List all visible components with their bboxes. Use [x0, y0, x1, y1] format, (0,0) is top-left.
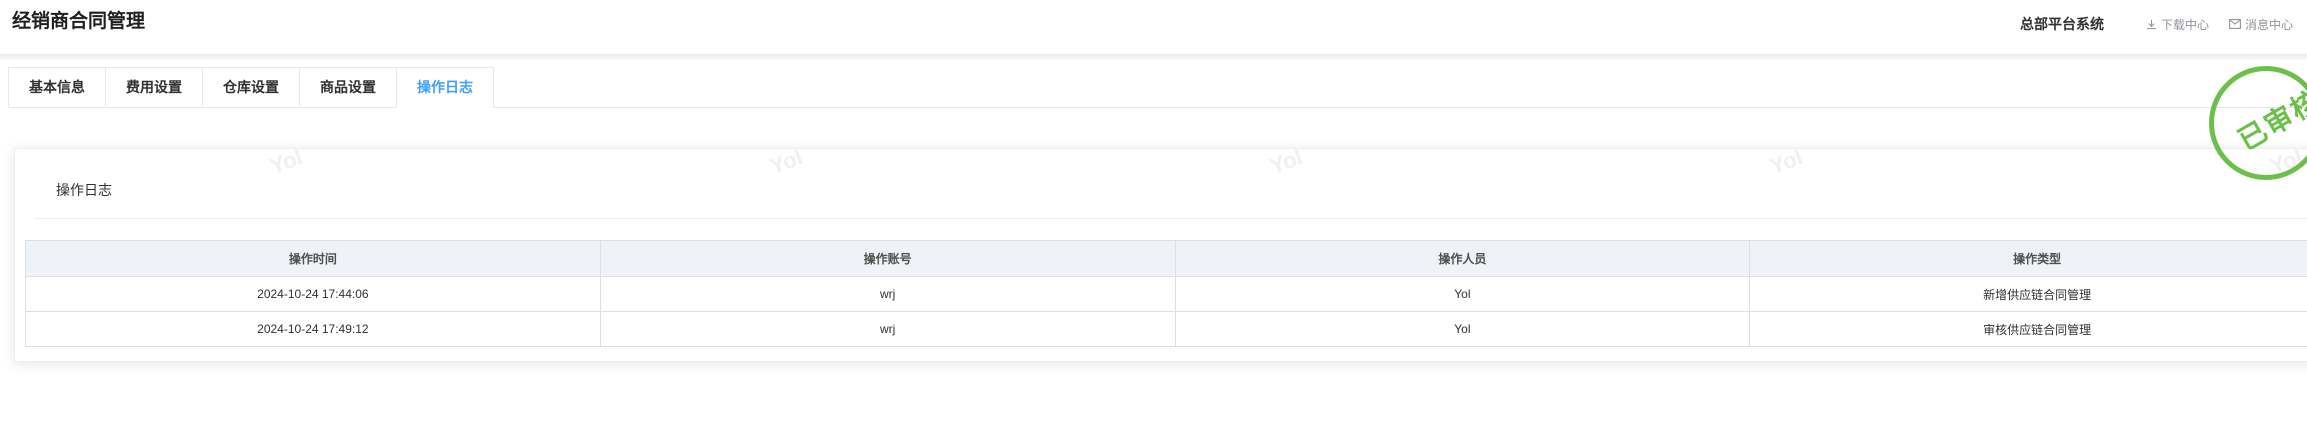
section-divider	[34, 218, 2307, 219]
mail-icon	[2229, 19, 2241, 29]
page-title: 经销商合同管理	[12, 11, 146, 32]
cell-time: 2024-10-24 17:49:12	[25, 311, 601, 347]
download-center-label: 下载中心	[2160, 17, 2209, 32]
cell-account: wrj	[599, 276, 1176, 312]
watermark: Yol	[1766, 144, 1806, 179]
cell-account: wrj	[599, 311, 1176, 347]
watermark: Yol	[1266, 144, 1306, 179]
cell-type: 审核供应链合同管理	[1749, 311, 2307, 347]
download-center-link[interactable]: 下载中心	[2146, 16, 2209, 33]
tab-basic-info[interactable]: 基本信息	[8, 67, 105, 106]
cell-operator: Yol	[1174, 311, 1751, 347]
table-row: 2024-10-24 17:49:12 wrj Yol 审核供应链合同管理	[25, 311, 2307, 347]
column-header-type: 操作类型	[1749, 240, 2307, 277]
table-row: 2024-10-24 17:44:06 wrj Yol 新增供应链合同管理	[25, 276, 2307, 312]
message-center-link[interactable]: 消息中心	[2229, 16, 2293, 33]
stamp-text: 已审核	[2233, 84, 2307, 157]
download-icon	[2146, 19, 2157, 29]
tab-product-settings[interactable]: 商品设置	[299, 67, 396, 106]
operation-log-table: 操作时间 操作账号 操作人员 操作类型 2024-10-24 17:44:06 …	[25, 240, 2307, 347]
header-divider	[0, 54, 2307, 60]
message-center-label: 消息中心	[2244, 17, 2293, 32]
watermark: Yol	[266, 144, 306, 179]
section-title: 操作日志	[56, 182, 112, 198]
tab-fee-settings[interactable]: 费用设置	[105, 67, 202, 106]
tab-warehouse-settings[interactable]: 仓库设置	[202, 67, 299, 106]
watermark: Yol	[766, 144, 806, 179]
column-header-operator: 操作人员	[1174, 240, 1751, 277]
platform-name: 总部平台系统	[2019, 16, 2104, 32]
cell-time: 2024-10-24 17:44:06	[25, 276, 601, 312]
tab-operation-log[interactable]: 操作日志	[396, 67, 494, 108]
cell-operator: Yol	[1174, 276, 1751, 312]
column-header-time: 操作时间	[25, 240, 601, 277]
tab-bar: 基本信息 费用设置 仓库设置 商品设置 操作日志	[8, 67, 2307, 108]
operation-log-card: Yol Yol Yol Yol Yol 操作日志 操作时间 操作账号 操作人员 …	[14, 144, 2307, 362]
header-actions: 总部平台系统 下载中心 消息中心	[2020, 14, 2293, 34]
app-header: 经销商合同管理 总部平台系统 下载中心 消息中心	[0, 0, 2307, 54]
cell-type: 新增供应链合同管理	[1749, 276, 2307, 312]
table-header-row: 操作时间 操作账号 操作人员 操作类型	[25, 240, 2307, 277]
column-header-account: 操作账号	[599, 240, 1176, 277]
